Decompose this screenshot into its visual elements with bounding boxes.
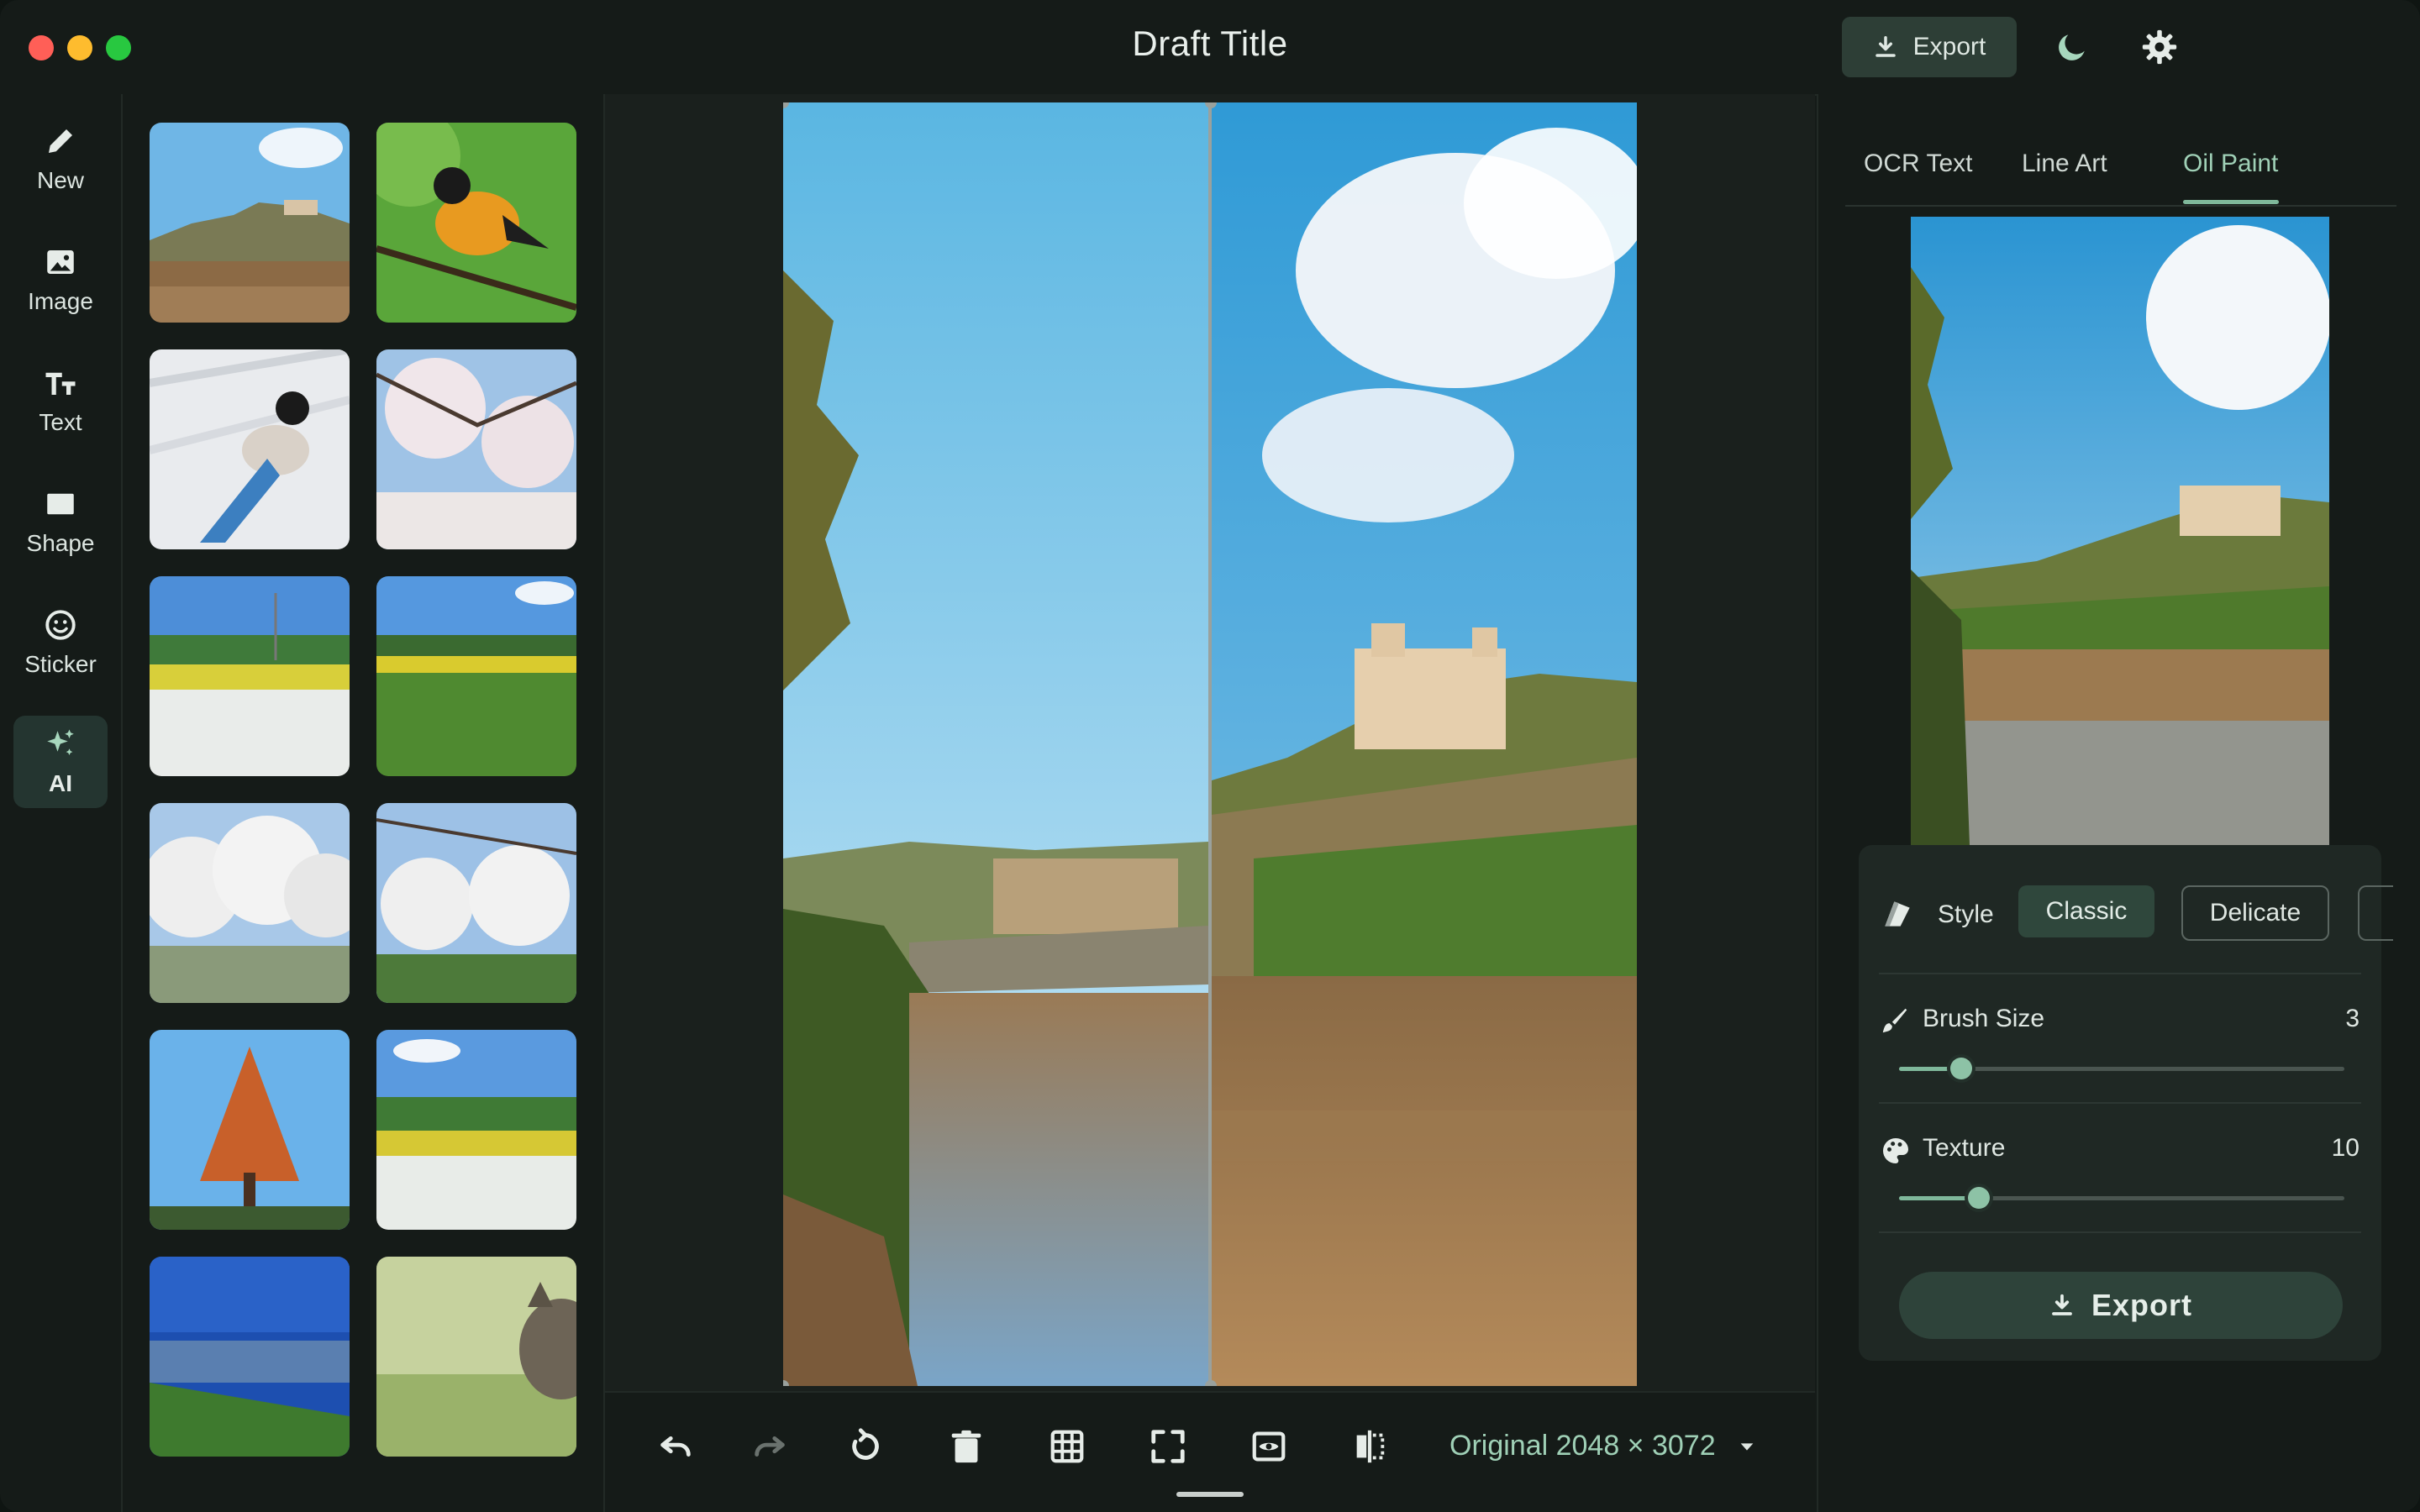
rail-label-new: New — [36, 167, 84, 193]
image-library — [123, 94, 605, 1512]
texture-label: Texture — [1923, 1134, 2006, 1162]
style-option-classic[interactable]: Classic — [2018, 885, 2154, 937]
rotate-icon — [846, 1427, 885, 1466]
rail-label-image: Image — [28, 288, 93, 314]
thumbnail-autumn-tree[interactable] — [150, 1030, 350, 1230]
grid-icon — [1048, 1427, 1086, 1466]
style-option-more[interactable] — [2358, 885, 2393, 941]
thumbnail-orchard[interactable] — [376, 803, 576, 1003]
divider-handle-bottom[interactable] — [1205, 1380, 1217, 1386]
resize-grabber[interactable] — [1176, 1492, 1244, 1497]
undo-button[interactable] — [652, 1423, 699, 1470]
pencil-icon — [43, 123, 78, 159]
fullscreen-icon — [1149, 1427, 1187, 1466]
download-icon — [2049, 1293, 2075, 1318]
tab-ocr-text[interactable]: OCR Text — [1864, 150, 1972, 178]
settings-button[interactable] — [2138, 25, 2181, 69]
rail-label-shape: Shape — [26, 530, 95, 556]
trash-icon — [947, 1427, 986, 1466]
thumbnail-flower-field[interactable] — [150, 576, 350, 776]
palette-swatch-icon — [1879, 895, 1916, 932]
title-bar: Draft Title Export — [0, 0, 2420, 96]
redo-icon — [750, 1427, 789, 1466]
separator — [1879, 1231, 2361, 1233]
tab-line-art[interactable]: Line Art — [2022, 150, 2107, 178]
oil-paint-settings: Style Classic Delicate Brush Size 3 Text… — [1859, 845, 2393, 1361]
reset-button[interactable] — [842, 1423, 889, 1470]
image-size-label: Original 2048 × 3072 — [1449, 1430, 1716, 1462]
moon-icon — [2054, 29, 2091, 66]
canvas-area: Original 2048 × 3072 — [605, 94, 1815, 1512]
thumbnail-cat[interactable] — [376, 1257, 576, 1457]
image-icon — [43, 244, 78, 280]
active-tab-indicator — [2183, 200, 2279, 204]
image-size-dropdown[interactable]: Original 2048 × 3072 — [1449, 1430, 1756, 1462]
thumbnail-blossom-branch[interactable] — [376, 349, 576, 549]
canvas-image[interactable] — [783, 102, 1637, 1386]
tool-rail: New Image Text Shape Sticker AI — [0, 94, 123, 1512]
separator — [1879, 1102, 2361, 1104]
tab-oil-paint[interactable]: Oil Paint — [2183, 150, 2278, 178]
palette-icon — [1879, 1134, 1912, 1168]
style-label: Style — [1938, 900, 1994, 928]
delete-button[interactable] — [943, 1423, 990, 1470]
effect-preview — [1911, 217, 2329, 845]
thumbnail-castle-river[interactable] — [150, 123, 350, 323]
brush-icon — [1879, 1005, 1911, 1037]
redo-button[interactable] — [746, 1423, 793, 1470]
shape-icon — [43, 486, 78, 522]
download-icon — [1873, 34, 1898, 60]
thumbnail-reeds-field[interactable] — [376, 576, 576, 776]
thumbnail-white-trees[interactable] — [150, 803, 350, 1003]
preview-button[interactable] — [1245, 1423, 1292, 1470]
toolbar-export-label: Export — [1912, 33, 1986, 60]
comparison-original-half — [783, 102, 1212, 1386]
caret-down-icon — [1738, 1437, 1756, 1456]
thumbnail-meadow[interactable] — [376, 1030, 576, 1230]
thumbnail-oriole-bird[interactable] — [376, 123, 576, 323]
rail-item-new[interactable]: New — [13, 113, 108, 205]
texture-slider-fill — [1899, 1196, 1979, 1200]
export-button-label: Export — [2091, 1288, 2192, 1322]
compare-button[interactable] — [1346, 1423, 1393, 1470]
app-window: Draft Title Export New Image Text Shape … — [0, 0, 2420, 1512]
thumbnail-blue-magpie[interactable] — [150, 349, 350, 549]
compare-icon — [1350, 1427, 1389, 1466]
rail-item-text[interactable]: Text — [13, 354, 108, 447]
thumbnail-lake[interactable] — [150, 1257, 350, 1457]
rail-item-sticker[interactable]: Sticker — [13, 596, 108, 689]
sticker-icon — [43, 607, 78, 643]
text-icon — [43, 365, 78, 401]
rail-item-shape[interactable]: Shape — [13, 475, 108, 568]
brush-size-value: 3 — [2345, 1005, 2360, 1032]
effects-panel: OCR Text Line Art Oil Paint Style Classi… — [1817, 94, 2420, 1512]
rail-label-ai: AI — [49, 770, 72, 796]
undo-icon — [656, 1427, 695, 1466]
separator — [1879, 973, 2361, 974]
rail-item-ai[interactable]: AI — [13, 716, 108, 808]
canvas-toolbar: Original 2048 × 3072 — [605, 1391, 1815, 1512]
texture-value: 10 — [2331, 1134, 2360, 1162]
eye-icon — [1249, 1427, 1288, 1466]
effects-tabs: OCR Text Line Art Oil Paint — [1845, 141, 2396, 207]
fit-screen-button[interactable] — [1144, 1423, 1192, 1470]
dark-mode-toggle[interactable] — [2050, 25, 2094, 69]
rail-label-sticker: Sticker — [24, 651, 97, 677]
rail-item-image[interactable]: Image — [13, 234, 108, 326]
export-button[interactable]: Export — [1899, 1272, 2343, 1339]
style-option-delicate[interactable]: Delicate — [2181, 885, 2329, 941]
texture-slider-knob[interactable] — [1968, 1187, 1990, 1209]
rail-label-text: Text — [39, 409, 82, 435]
gear-icon — [2141, 29, 2178, 66]
brush-size-label: Brush Size — [1923, 1005, 2045, 1032]
toolbar-export-button[interactable]: Export — [1842, 17, 2017, 77]
grid-button[interactable] — [1044, 1423, 1091, 1470]
brush-size-slider-knob[interactable] — [1950, 1058, 1972, 1079]
sparkle-icon — [43, 727, 78, 762]
